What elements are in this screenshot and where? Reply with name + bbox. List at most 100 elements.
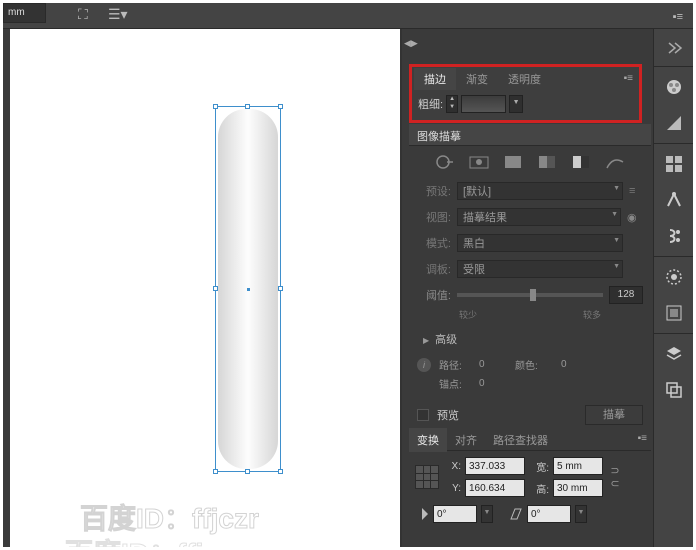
tab-gradient[interactable]: 渐变: [456, 68, 498, 90]
palette-label: 调板:: [417, 261, 451, 277]
shear-icon: [509, 507, 523, 521]
resize-handle[interactable]: [278, 104, 283, 109]
stroke-weight-field[interactable]: [461, 95, 506, 113]
color-guide-icon[interactable]: [654, 107, 694, 139]
appearance-panel-icon[interactable]: [654, 261, 694, 293]
panel-stack: ◀▶ 描边 渐变 透明度 ▪≡ 粗细: ▲▼ ▼ 图像描摹 预设: [默认]▼: [402, 29, 653, 547]
preview-label: 预览: [437, 407, 459, 423]
preset-label: 预设:: [417, 183, 451, 199]
resize-handle[interactable]: [278, 469, 283, 474]
tab-stroke[interactable]: 描边: [414, 68, 456, 90]
w-label: 宽:: [529, 459, 549, 474]
trace-button[interactable]: 描摹: [585, 405, 643, 425]
panel-flyout-icon[interactable]: ▪≡: [624, 73, 633, 84]
resize-handle[interactable]: [245, 469, 250, 474]
graphic-styles-icon[interactable]: [654, 297, 694, 329]
tab-transparency[interactable]: 透明度: [498, 68, 551, 90]
trace-photo-icon[interactable]: [469, 154, 489, 170]
tab-pathfinder[interactable]: 路径查找器: [485, 428, 556, 452]
view-select[interactable]: 描摹结果▼: [457, 208, 621, 226]
threshold-label: 阈值:: [417, 287, 451, 303]
resize-handle[interactable]: [213, 469, 218, 474]
watermark-text-2: 百度ID：ffjczr: [65, 532, 244, 547]
trace-gray-icon[interactable]: [537, 154, 557, 170]
resize-handle[interactable]: [213, 286, 218, 291]
resize-handle[interactable]: [278, 286, 283, 291]
threshold-row: 阈值: 128: [409, 282, 651, 308]
stroke-weight-label: 粗细:: [418, 96, 443, 112]
trace-lowcolor-icon[interactable]: [503, 154, 523, 170]
preview-checkbox[interactable]: [417, 409, 429, 421]
stroke-weight-stepper[interactable]: ▲▼: [446, 95, 458, 113]
paths-label: 路径:: [439, 357, 473, 372]
view-label: 视图:: [417, 209, 451, 225]
anchors-value: 0: [479, 378, 509, 389]
x-field[interactable]: [465, 457, 525, 475]
preset-select[interactable]: [默认]▼: [457, 182, 623, 200]
threshold-slider[interactable]: [457, 293, 603, 297]
x-label: X:: [445, 461, 461, 472]
resize-handle[interactable]: [213, 104, 218, 109]
control-bar: mm ⛶ ☰▾ ▪≡: [3, 3, 693, 29]
swatches-panel-icon[interactable]: [654, 148, 694, 180]
shear-dropdown[interactable]: ▼: [575, 505, 587, 523]
dock-collapse[interactable]: [654, 29, 693, 67]
transform-tabs: 变换 对齐 路径查找器 ▪≡: [409, 429, 651, 451]
advanced-toggle[interactable]: 高级: [409, 325, 651, 353]
canvas[interactable]: 百度ID：ffjczr 百度ID：ffjczr: [10, 29, 400, 547]
preset-row: 预设: [默认]▼ ≡: [409, 178, 651, 204]
mode-select[interactable]: 黑白▼: [457, 234, 623, 252]
mode-label: 模式:: [417, 235, 451, 251]
h-field[interactable]: [553, 479, 603, 497]
brushes-panel-icon[interactable]: [654, 184, 694, 216]
constrain-icon[interactable]: ⊃⊂: [607, 464, 623, 490]
trace-info: i 路径: 0 颜色: 0 锚点: 0: [409, 353, 651, 399]
transform-panel: 变换 对齐 路径查找器 ▪≡ X: 宽: ⊃⊂ Y: 高: ▼ ▼: [409, 429, 651, 529]
eye-icon[interactable]: ◉: [627, 211, 643, 224]
symbols-panel-icon[interactable]: [654, 220, 694, 252]
layers-panel-icon[interactable]: [654, 338, 694, 370]
y-field[interactable]: [465, 479, 525, 497]
collapse-arrow-icon[interactable]: ◀▶: [404, 33, 414, 53]
rotate-dropdown[interactable]: ▼: [481, 505, 493, 523]
palette-row: 调板: 受限▼: [409, 256, 651, 282]
panel-flyout-icon[interactable]: ▪≡: [638, 433, 647, 444]
trace-auto-icon[interactable]: [435, 154, 455, 170]
reference-point[interactable]: [415, 465, 439, 489]
options-icon[interactable]: ☰▾: [108, 6, 128, 23]
trace-bottom-row: 预览 描摹: [409, 399, 651, 431]
color-panel-icon[interactable]: [654, 71, 694, 103]
watermark-text: 百度ID：ffjczr: [80, 497, 259, 537]
rotate-icon: [415, 507, 429, 521]
crop-icon[interactable]: ⛶: [78, 6, 88, 23]
stroke-panel-tabs: 描边 渐变 透明度 ▪≡: [414, 69, 637, 89]
control-bar-flyout[interactable]: ▪≡: [673, 11, 683, 23]
transform-fields: X: 宽: ⊃⊂ Y: 高:: [409, 451, 651, 503]
center-point: [247, 288, 250, 291]
preset-save-icon[interactable]: ≡: [629, 185, 643, 197]
slider-thumb[interactable]: [530, 289, 536, 301]
tab-align[interactable]: 对齐: [447, 428, 485, 452]
info-icon: i: [417, 358, 431, 372]
colors-value: 0: [561, 359, 591, 370]
palette-select[interactable]: 受限▼: [457, 260, 623, 278]
image-trace-title: 图像描摹: [409, 124, 651, 146]
artboards-panel-icon[interactable]: [654, 374, 694, 406]
mode-row: 模式: 黑白▼: [409, 230, 651, 256]
tab-transform[interactable]: 变换: [409, 428, 447, 452]
unit-field[interactable]: mm: [3, 3, 46, 23]
anchors-label: 锚点:: [439, 376, 473, 391]
w-field[interactable]: [553, 457, 603, 475]
threshold-value[interactable]: 128: [609, 286, 643, 304]
resize-handle[interactable]: [245, 104, 250, 109]
dock-strip: [653, 29, 693, 547]
trace-outline-icon[interactable]: [605, 154, 625, 170]
angle-row: ▼ ▼: [409, 503, 651, 529]
rotate-field[interactable]: [433, 505, 477, 523]
left-toolbar-edge: [3, 29, 10, 547]
shear-field[interactable]: [527, 505, 571, 523]
stroke-weight-dropdown[interactable]: ▼: [509, 95, 523, 113]
trace-bw-icon[interactable]: [571, 154, 591, 170]
selection-bounds: [215, 106, 281, 472]
h-label: 高:: [529, 481, 549, 496]
